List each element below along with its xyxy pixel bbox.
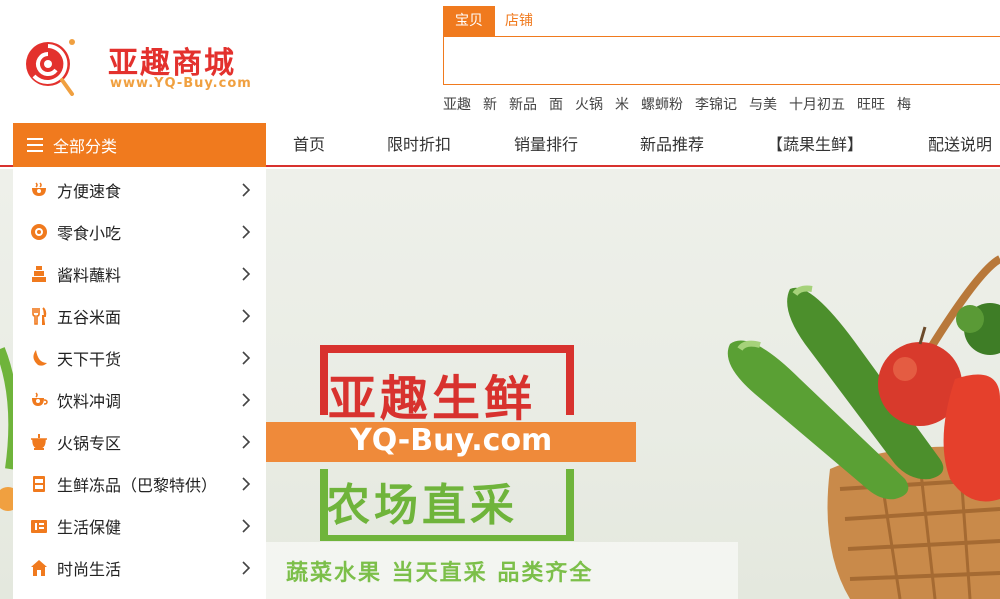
category-label: 火锅专区	[57, 434, 122, 453]
category-item-fresh-frozen[interactable]: 生鲜冻品（巴黎特供）	[13, 463, 266, 505]
search-input[interactable]	[444, 37, 1000, 84]
banner-title: 亚趣生鲜	[328, 371, 537, 427]
hot-word[interactable]: 新品	[509, 94, 537, 114]
search-tab-shops[interactable]: 店铺	[495, 6, 543, 36]
chevron-right-icon	[242, 393, 251, 407]
category-item-drinks[interactable]: 饮料冲调	[13, 379, 266, 421]
category-label: 酱料蘸料	[57, 266, 122, 285]
hot-word[interactable]: 米	[615, 94, 629, 114]
snack-icon	[30, 223, 48, 241]
moon-icon	[30, 349, 48, 367]
category-label: 五谷米面	[57, 308, 122, 327]
hot-words: 亚趣 新 新品 面 火锅 米 螺蛳粉 李锦记 与美 十月初五 旺旺 梅	[443, 94, 923, 114]
search-box	[443, 36, 1000, 85]
main-nav: 全部分类 首页 限时折扣 销量排行 新品推荐 【蔬果生鲜】 配送说明	[0, 123, 1000, 167]
category-item-lifestyle[interactable]: 时尚生活	[13, 547, 266, 589]
banner-url: YQ-Buy.com	[350, 423, 553, 458]
category-label: 零食小吃	[57, 224, 122, 243]
chevron-right-icon	[242, 267, 251, 281]
category-item-health[interactable]: 生活保健	[13, 505, 266, 547]
hot-word[interactable]: 火锅	[575, 94, 603, 114]
hot-word[interactable]: 旺旺	[857, 94, 885, 114]
category-label: 时尚生活	[57, 560, 122, 579]
hotpot-icon	[30, 433, 48, 451]
health-icon	[30, 517, 48, 535]
chevron-right-icon	[242, 519, 251, 533]
sauce-icon	[30, 265, 48, 283]
banner-subtitle: 农场直采	[326, 480, 518, 531]
nav-new-arrivals[interactable]: 新品推荐	[640, 123, 704, 167]
hot-word[interactable]: 螺蛳粉	[641, 94, 683, 114]
lollipop-logo-icon	[26, 39, 75, 96]
category-item-snacks[interactable]: 零食小吃	[13, 211, 266, 253]
search-tabs: 宝贝 店铺	[443, 6, 543, 36]
all-categories-button[interactable]: 全部分类	[13, 123, 266, 167]
category-item-grains[interactable]: 五谷米面	[13, 295, 266, 337]
category-item-hotpot[interactable]: 火锅专区	[13, 421, 266, 463]
cup-icon	[30, 391, 48, 409]
fridge-icon	[30, 475, 48, 493]
banner-slogan: 蔬菜水果 当天直采 品类齐全	[286, 561, 594, 586]
category-item-dried-goods[interactable]: 天下干货	[13, 337, 266, 379]
category-menu: 方便速食 零食小吃 酱料蘸料 五谷米面 天下干货 饮料冲调 火锅专区 生鲜冻品（…	[13, 169, 266, 599]
category-label: 方便速食	[57, 182, 122, 201]
category-label: 饮料冲调	[57, 392, 122, 411]
hot-word[interactable]: 与美	[749, 94, 777, 114]
category-label: 生鲜冻品（巴黎特供）	[57, 476, 218, 495]
site-logo[interactable]: 亚趣商城 www.YQ-Buy.com	[22, 34, 272, 98]
hot-word[interactable]: 十月初五	[789, 94, 845, 114]
chevron-right-icon	[242, 477, 251, 491]
chevron-right-icon	[242, 435, 251, 449]
menu-icon	[27, 138, 43, 152]
category-item-sauces[interactable]: 酱料蘸料	[13, 253, 266, 295]
logo-url: www.YQ-Buy.com	[110, 76, 252, 91]
bowl-icon	[30, 181, 48, 199]
hot-word[interactable]: 李锦记	[695, 94, 737, 114]
all-categories-label: 全部分类	[53, 137, 118, 156]
nav-bestsellers[interactable]: 销量排行	[514, 123, 578, 167]
nav-home[interactable]: 首页	[293, 123, 325, 167]
utensils-icon	[30, 307, 48, 325]
nav-fresh-produce[interactable]: 【蔬果生鲜】	[767, 123, 863, 167]
hot-word[interactable]: 亚趣	[443, 94, 471, 114]
hot-word[interactable]: 梅	[897, 94, 911, 114]
hot-word[interactable]: 新	[483, 94, 497, 114]
nav-flash-sale[interactable]: 限时折扣	[387, 123, 451, 167]
search-tab-items[interactable]: 宝贝	[443, 6, 495, 36]
category-label: 天下干货	[57, 350, 122, 369]
category-label: 生活保健	[57, 518, 122, 537]
chevron-right-icon	[242, 561, 251, 575]
chevron-right-icon	[242, 183, 251, 197]
category-item-instant-food[interactable]: 方便速食	[13, 169, 266, 211]
chevron-right-icon	[242, 351, 251, 365]
hot-word[interactable]: 面	[549, 94, 563, 114]
chevron-right-icon	[242, 309, 251, 323]
home-icon	[30, 559, 48, 577]
chevron-right-icon	[242, 225, 251, 239]
nav-delivery-info[interactable]: 配送说明	[928, 123, 992, 167]
